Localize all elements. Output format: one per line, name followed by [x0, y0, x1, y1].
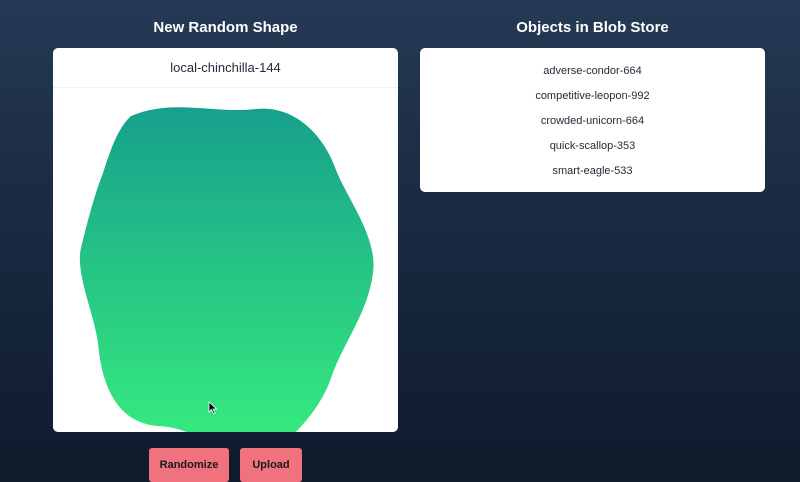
new-random-shape-heading: New Random Shape — [153, 19, 298, 36]
mouse-pointer-icon — [208, 401, 218, 415]
blob-store-item[interactable]: smart-eagle-533 — [420, 160, 765, 185]
shape-canvas — [79, 107, 374, 432]
blob-store-item[interactable]: crowded-unicorn-664 — [420, 110, 765, 135]
blob-store-card: adverse-condor-664 competitive-leopon-99… — [420, 48, 765, 192]
blob-store-list: adverse-condor-664 competitive-leopon-99… — [420, 48, 765, 185]
random-blob-shape — [79, 107, 374, 432]
randomize-button[interactable]: Randomize — [149, 448, 229, 482]
shape-name: local-chinchilla-144 — [53, 48, 398, 88]
shape-card: local-chinchilla-144 — [53, 48, 398, 432]
blob-store-item[interactable]: adverse-condor-664 — [420, 60, 765, 85]
upload-button[interactable]: Upload — [240, 448, 302, 482]
blob-store-item[interactable]: competitive-leopon-992 — [420, 85, 765, 110]
blob-store-item[interactable]: quick-scallop-353 — [420, 135, 765, 160]
blob-store-heading: Objects in Blob Store — [516, 19, 669, 36]
